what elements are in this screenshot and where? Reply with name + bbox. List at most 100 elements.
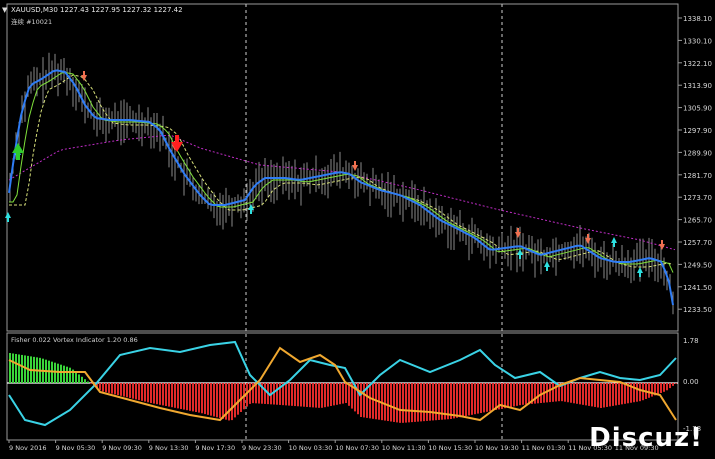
histogram-bar: [66, 366, 68, 383]
collapse-icon[interactable]: ▼: [2, 6, 7, 14]
histogram-bar: [327, 383, 329, 407]
histogram-bar: [411, 383, 413, 423]
time-tick-label: 9 Nov 05:30: [56, 444, 96, 452]
histogram-bar: [330, 383, 332, 406]
histogram-bar: [435, 383, 437, 421]
histogram-bar: [489, 383, 491, 412]
histogram-bar: [564, 383, 566, 402]
histogram-bar: [204, 383, 206, 415]
histogram-bar: [468, 383, 470, 416]
price-tick-label: 1297.90: [683, 127, 712, 135]
slow-ma-line: [9, 74, 674, 268]
histogram-bar: [150, 383, 152, 403]
histogram-bar: [609, 383, 611, 407]
histogram-bar: [90, 383, 92, 384]
histogram-bar: [210, 383, 212, 416]
histogram-bar: [285, 383, 287, 406]
histogram-bar: [78, 374, 80, 383]
histogram-bar: [522, 383, 524, 405]
histogram-bar: [588, 383, 590, 406]
sell-arrow-icon: [659, 240, 665, 250]
histogram-bar: [15, 353, 17, 383]
histogram-bar: [129, 383, 131, 398]
histogram-bar: [111, 383, 113, 394]
histogram-bar: [186, 383, 188, 411]
histogram-bar: [417, 383, 419, 422]
histogram-bar: [621, 383, 623, 405]
histogram-bar: [153, 383, 155, 404]
histogram-bar: [165, 383, 167, 406]
histogram-bar: [234, 383, 236, 418]
histogram-bar: [510, 383, 512, 407]
histogram-bar: [99, 383, 101, 391]
histogram-bar: [63, 365, 65, 383]
price-bars: [9, 52, 674, 315]
time-tick-label: 10 Nov 03:30: [289, 444, 333, 452]
histogram-bar: [300, 383, 302, 407]
price-tick-label: 1281.70: [683, 172, 712, 180]
histogram-bar: [138, 383, 140, 401]
histogram-bar: [60, 364, 62, 383]
histogram-bar: [453, 383, 455, 419]
long-ma-line: [8, 134, 676, 251]
histogram-bar: [162, 383, 164, 406]
time-axis: 9 Nov 2016 9 Nov 05:30 9 Nov 09:30 9 Nov 13…: [8, 440, 659, 452]
price-tick-label: 1257.70: [683, 239, 712, 247]
histogram-bar: [537, 383, 539, 404]
price-tick-label: 1265.70: [683, 217, 712, 225]
histogram-bar: [369, 383, 371, 419]
sell-arrow-icon: [81, 71, 87, 81]
indicator-tick-label: 1.78: [683, 337, 699, 345]
histogram-bar: [315, 383, 317, 408]
histogram-bar: [420, 383, 422, 422]
histogram-bar: [660, 383, 662, 393]
histogram-bar: [192, 383, 194, 412]
histogram-bar: [396, 383, 398, 423]
histogram-bar: [528, 383, 530, 405]
histogram-bar: [516, 383, 518, 406]
fisher-histogram: [9, 353, 677, 423]
histogram-bar: [117, 383, 119, 396]
histogram-bar: [465, 383, 467, 416]
histogram-bar: [579, 383, 581, 405]
histogram-bar: [348, 383, 350, 406]
histogram-bar: [423, 383, 425, 422]
indicator-axis: 1.780.00-1.78: [683, 337, 701, 433]
price-tick-label: 1249.50: [683, 261, 712, 269]
histogram-bar: [24, 355, 26, 383]
histogram-bar: [222, 383, 224, 419]
watermark-logo: Discuz!: [589, 423, 703, 453]
chart-canvas[interactable]: 1338.10 1330.10 1322.10 1313.90 1305.90 1297.…: [0, 0, 715, 459]
histogram-bar: [585, 383, 587, 406]
time-tick-label: 9 Nov 09:30: [102, 444, 142, 452]
histogram-bar: [486, 383, 488, 412]
indicator-tick-label: 0.00: [683, 378, 699, 386]
histogram-bar: [336, 383, 338, 405]
histogram-bar: [408, 383, 410, 423]
histogram-bar: [669, 383, 671, 389]
histogram-bar: [177, 383, 179, 409]
histogram-bar: [198, 383, 200, 413]
histogram-bar: [312, 383, 314, 408]
histogram-bar: [324, 383, 326, 408]
histogram-bar: [582, 383, 584, 405]
histogram-bar: [513, 383, 515, 407]
histogram-bar: [372, 383, 374, 419]
histogram-bar: [297, 383, 299, 407]
histogram-bar: [306, 383, 308, 407]
histogram-bar: [651, 383, 653, 397]
histogram-bar: [183, 383, 185, 410]
buy-arrow-icon: [517, 249, 523, 259]
histogram-bar: [180, 383, 182, 409]
histogram-bar: [591, 383, 593, 407]
histogram-bar: [552, 383, 554, 402]
histogram-bar: [540, 383, 542, 403]
histogram-bar: [432, 383, 434, 421]
time-tick-label: 10 Nov 11:30: [382, 444, 426, 452]
histogram-bar: [135, 383, 137, 400]
fast-ma-line: [8, 69, 674, 306]
histogram-bar: [666, 383, 668, 391]
sell-signal-icon: [171, 135, 183, 152]
histogram-bar: [612, 383, 614, 406]
histogram-bar: [105, 383, 107, 393]
